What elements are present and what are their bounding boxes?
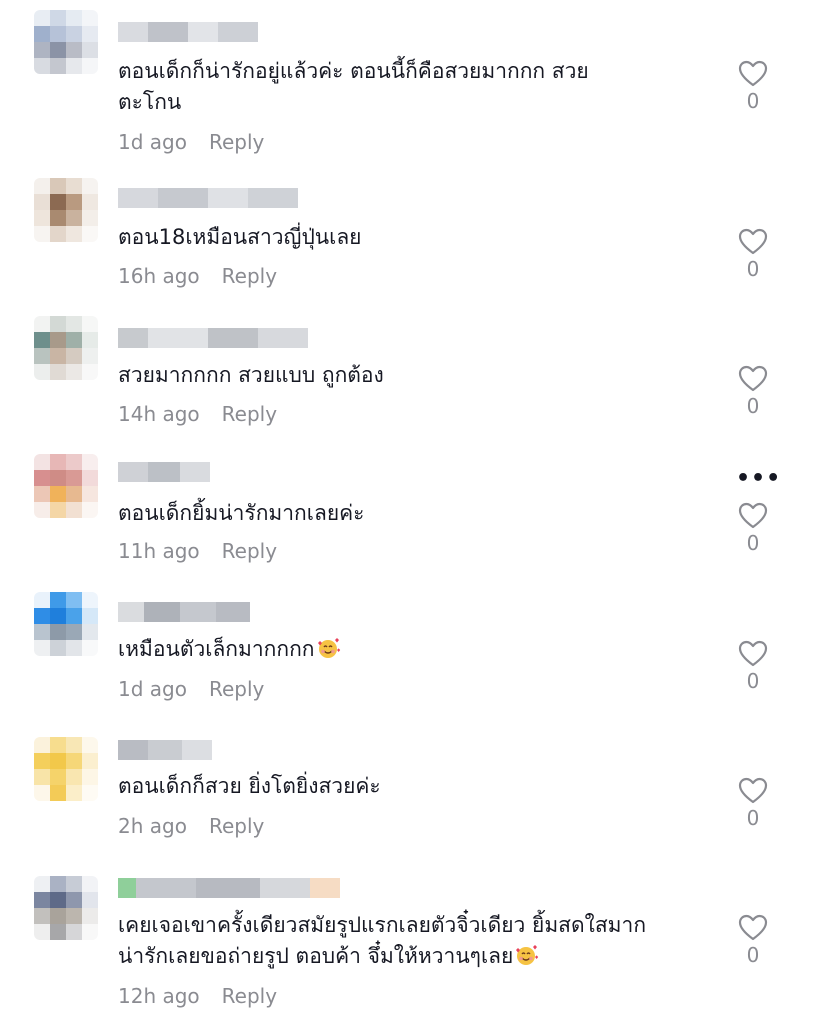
- like-button[interactable]: 0: [734, 640, 772, 693]
- like-count: 0: [746, 531, 760, 555]
- username-blurred[interactable]: [118, 22, 258, 42]
- like-button[interactable]: 0: [734, 502, 772, 555]
- comment-text: ตอนเด็กก็น่ารักอยู่แล้วค่ะ ตอนนี้ก็คือสว…: [118, 59, 589, 114]
- more-options-icon[interactable]: •••: [736, 466, 781, 491]
- comment-time: 1d ago: [118, 130, 187, 154]
- reply-button[interactable]: Reply: [222, 539, 277, 563]
- avatar[interactable]: [34, 737, 98, 801]
- comment-text: ตอนเด็กยิ้มน่ารักมากเลยค่ะ: [118, 501, 365, 525]
- reply-button[interactable]: Reply: [222, 984, 277, 1008]
- comment-text: ตอน18เหมือนสาวญี่ปุ่นเลย: [118, 225, 362, 249]
- comment-body: เหมือนตัวเล็กมากกกก: [118, 637, 315, 661]
- avatar[interactable]: [34, 10, 98, 74]
- comment-meta: 14h ago Reply: [118, 402, 277, 426]
- comment-meta: 12h ago Reply: [118, 984, 277, 1008]
- heart-outline-icon: [738, 640, 768, 667]
- smiling-face-with-hearts-icon: [317, 638, 340, 658]
- like-count: 0: [746, 257, 760, 281]
- like-button[interactable]: 0: [734, 777, 772, 830]
- reply-button[interactable]: Reply: [209, 814, 264, 838]
- heart-outline-icon: [738, 914, 768, 941]
- username-blurred[interactable]: [118, 328, 308, 348]
- comment-text: สวยมากกกก สวยแบบ ถูกต้อง: [118, 363, 384, 387]
- avatar[interactable]: [34, 178, 98, 242]
- like-count: 0: [746, 89, 760, 113]
- smiling-face-with-hearts-icon: [516, 945, 539, 965]
- username-blurred[interactable]: [118, 878, 340, 898]
- reply-button[interactable]: Reply: [222, 402, 277, 426]
- avatar[interactable]: [34, 454, 98, 518]
- username-blurred[interactable]: [118, 602, 250, 622]
- username-blurred[interactable]: [118, 188, 298, 208]
- heart-outline-icon: [738, 228, 768, 255]
- comment-text: ตอนเด็กก็สวย ยิ่งโตยิ่งสวยค่ะ: [118, 774, 381, 798]
- like-button[interactable]: 0: [734, 914, 772, 967]
- heart-outline-icon: [738, 365, 768, 392]
- like-count: 0: [746, 806, 760, 830]
- comment-time: 16h ago: [118, 264, 200, 288]
- reply-button[interactable]: Reply: [222, 264, 277, 288]
- like-count: 0: [746, 669, 760, 693]
- username-blurred[interactable]: [118, 462, 210, 482]
- like-button[interactable]: 0: [734, 365, 772, 418]
- like-count: 0: [746, 943, 760, 967]
- comment-meta: 1d ago Reply: [118, 677, 264, 701]
- comment-meta: 1d ago Reply: [118, 130, 264, 154]
- comment-text: เคยเจอเขาครั้งเดียวสมัยรูปแรกเลยตัวจิ๋วเ…: [118, 910, 718, 972]
- like-button[interactable]: 0: [734, 60, 772, 113]
- avatar[interactable]: [34, 876, 98, 940]
- comment-time: 2h ago: [118, 814, 187, 838]
- like-count: 0: [746, 394, 760, 418]
- comment-text: เหมือนตัวเล็กมากกกก: [118, 634, 718, 665]
- username-blurred[interactable]: [118, 740, 212, 760]
- comment-meta: 11h ago Reply: [118, 539, 277, 563]
- avatar[interactable]: [34, 592, 98, 656]
- like-button[interactable]: 0: [734, 228, 772, 281]
- reply-button[interactable]: Reply: [209, 130, 264, 154]
- heart-outline-icon: [738, 777, 768, 804]
- avatar[interactable]: [34, 316, 98, 380]
- comment-body: เคยเจอเขาครั้งเดียวสมัยรูปแรกเลยตัวจิ๋วเ…: [118, 913, 647, 968]
- heart-outline-icon: [738, 502, 768, 529]
- comment-meta: 16h ago Reply: [118, 264, 277, 288]
- comment-meta: 2h ago Reply: [118, 814, 264, 838]
- comment-time: 14h ago: [118, 402, 200, 426]
- comment-time: 12h ago: [118, 984, 200, 1008]
- heart-outline-icon: [738, 60, 768, 87]
- reply-button[interactable]: Reply: [209, 677, 264, 701]
- comment-time: 1d ago: [118, 677, 187, 701]
- comment-time: 11h ago: [118, 539, 200, 563]
